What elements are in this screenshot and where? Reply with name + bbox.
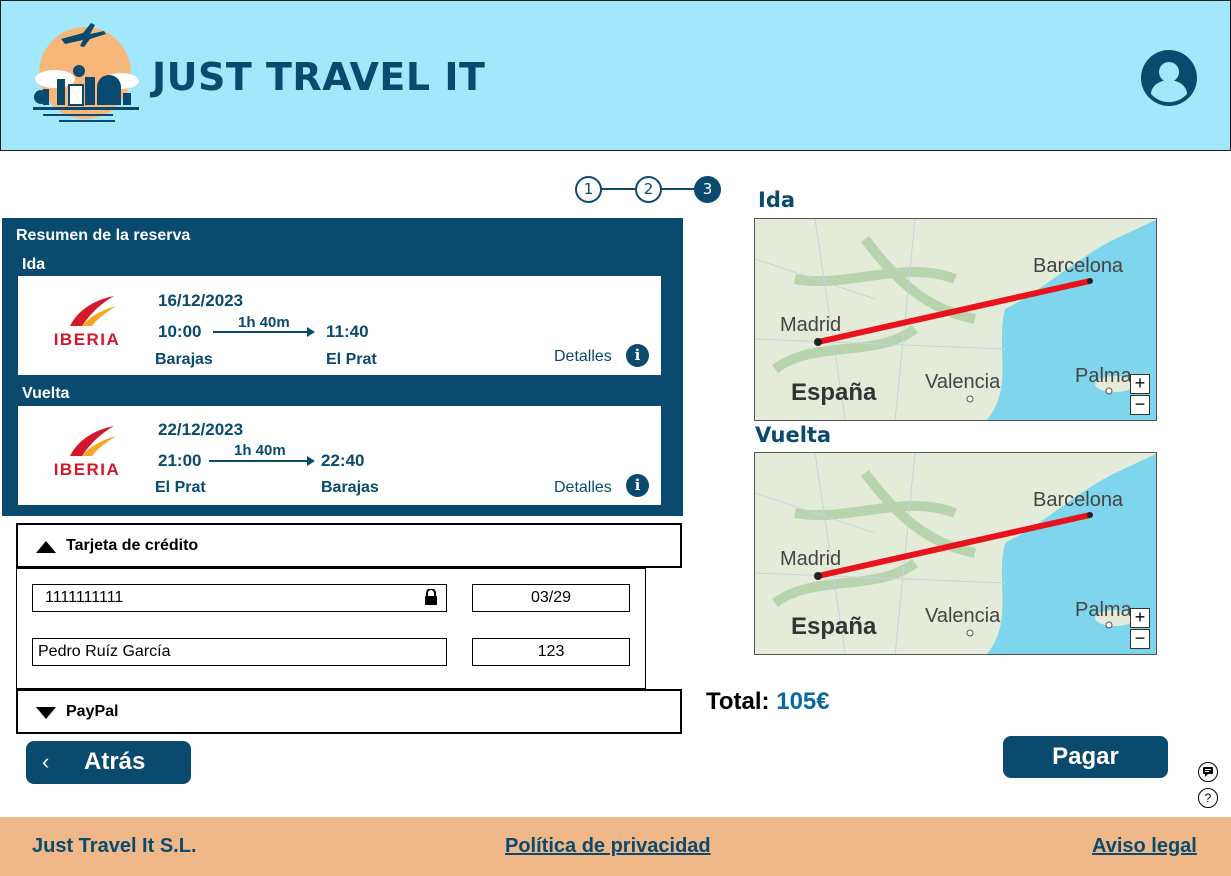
footer-company: Just Travel It S.L. — [32, 835, 197, 857]
chevron-left-icon: ‹ — [42, 749, 50, 774]
lock-icon — [425, 589, 437, 605]
expiry-field[interactable]: 03/29 — [472, 584, 630, 612]
return-from: El Prat — [155, 479, 206, 496]
map-city-barcelona: Barcelona — [1033, 255, 1124, 277]
expand-down-icon — [36, 707, 56, 719]
header: JUST TRAVEL IT — [0, 0, 1231, 151]
total-price: Total: 105€ — [706, 688, 830, 716]
brand-title: JUST TRAVEL IT — [152, 55, 486, 99]
map-city-barcelona: Barcelona — [1033, 489, 1124, 511]
map-city-palma: Palma — [1075, 365, 1132, 387]
summary-title: Resumen de la reserva — [16, 227, 191, 244]
map-city-madrid: Madrid — [780, 314, 842, 336]
map-city-valencia: Valencia — [925, 605, 1001, 627]
user-account-icon[interactable] — [1141, 50, 1197, 106]
return-arrow-icon — [209, 456, 315, 466]
zoom-out-button[interactable]: − — [1130, 629, 1150, 649]
feedback-icon[interactable] — [1198, 762, 1218, 782]
info-icon[interactable]: i — [626, 344, 649, 367]
paypal-label: PayPal — [66, 703, 119, 720]
airline-logo: IBERIA — [42, 424, 132, 484]
map-city-madrid: Madrid — [780, 548, 842, 570]
footer: Just Travel It S.L. Política de privacid… — [0, 817, 1231, 876]
stepper-connector — [602, 188, 635, 190]
outbound-route-map[interactable]: Barcelona Madrid Valencia Palma España +… — [754, 218, 1157, 421]
iberia-tail-icon — [70, 426, 116, 456]
return-details-link[interactable]: Detalles — [554, 479, 612, 497]
return-depart-time: 21:00 — [158, 451, 202, 470]
airline-name: IBERIA — [53, 330, 121, 349]
return-date: 22/12/2023 — [158, 420, 244, 439]
return-route-map[interactable]: Barcelona Madrid Valencia Palma España +… — [754, 452, 1157, 655]
collapse-up-icon — [36, 541, 56, 553]
map-country-espana: España — [791, 379, 877, 406]
outbound-details-link[interactable]: Detalles — [554, 348, 612, 366]
card-number-field[interactable]: 1111111111 — [32, 584, 447, 612]
outbound-duration: 1h 40m — [238, 314, 290, 331]
step-3-current: 3 — [694, 176, 721, 203]
airline-logo: IBERIA — [42, 294, 132, 354]
total-label: Total: — [706, 688, 770, 715]
booking-summary: Resumen de la reserva Ida IBERIA 16/12/2… — [2, 218, 683, 516]
map-country-espana: España — [791, 613, 877, 640]
travel-logo-icon[interactable] — [23, 21, 145, 131]
outbound-arrive-time: 11:40 — [326, 322, 369, 341]
cardholder-field[interactable]: Pedro Ruíz García — [32, 638, 447, 666]
privacy-policy-link[interactable]: Política de privacidad — [505, 835, 711, 858]
paypal-accordion[interactable]: PayPal — [16, 689, 682, 734]
stepper-connector — [662, 188, 694, 190]
zoom-out-button[interactable]: − — [1130, 395, 1150, 415]
progress-stepper: 1 2 3 — [575, 176, 721, 204]
zoom-in-button[interactable]: + — [1130, 608, 1150, 628]
legal-notice-link[interactable]: Aviso legal — [1092, 835, 1197, 858]
zoom-in-button[interactable]: + — [1130, 374, 1150, 394]
return-duration: 1h 40m — [234, 442, 286, 459]
credit-card-accordion[interactable]: Tarjeta de crédito — [16, 523, 682, 568]
help-icon[interactable]: ? — [1198, 788, 1218, 808]
airline-name: IBERIA — [53, 460, 121, 479]
outbound-from: Barajas — [155, 351, 213, 368]
outbound-arrow-icon — [213, 327, 315, 337]
back-button-label: Atrás — [84, 748, 146, 775]
back-button[interactable]: ‹ Atrás — [26, 741, 191, 784]
return-arrive-time: 22:40 — [321, 451, 365, 470]
credit-card-label: Tarjeta de crédito — [66, 537, 199, 554]
pay-button[interactable]: Pagar — [1003, 736, 1168, 778]
total-amount: 105€ — [776, 688, 830, 715]
cvv-field[interactable]: 123 — [472, 638, 630, 666]
return-map-label: Vuelta — [755, 423, 832, 447]
outbound-flight-card: IBERIA 16/12/2023 10:00 1h 40m 11:40 Bar… — [17, 275, 662, 376]
map-city-valencia: Valencia — [925, 371, 1001, 393]
iberia-tail-icon — [70, 296, 116, 326]
return-label: Vuelta — [22, 385, 70, 402]
return-to: Barajas — [321, 479, 379, 496]
outbound-to: El Prat — [326, 351, 377, 368]
return-flight-card: IBERIA 22/12/2023 21:00 1h 40m 22:40 El … — [17, 405, 662, 506]
credit-card-form: 1111111111 03/29 Pedro Ruíz García 123 — [16, 568, 646, 689]
outbound-depart-time: 10:00 — [158, 322, 202, 341]
info-icon[interactable]: i — [626, 474, 649, 497]
outbound-label: Ida — [22, 256, 46, 273]
step-2: 2 — [635, 176, 662, 203]
map-city-palma: Palma — [1075, 599, 1132, 621]
outbound-date: 16/12/2023 — [158, 291, 244, 310]
outbound-map-label: Ida — [758, 188, 796, 212]
card-number-value: 1111111111 — [45, 589, 124, 606]
step-1: 1 — [575, 176, 602, 203]
